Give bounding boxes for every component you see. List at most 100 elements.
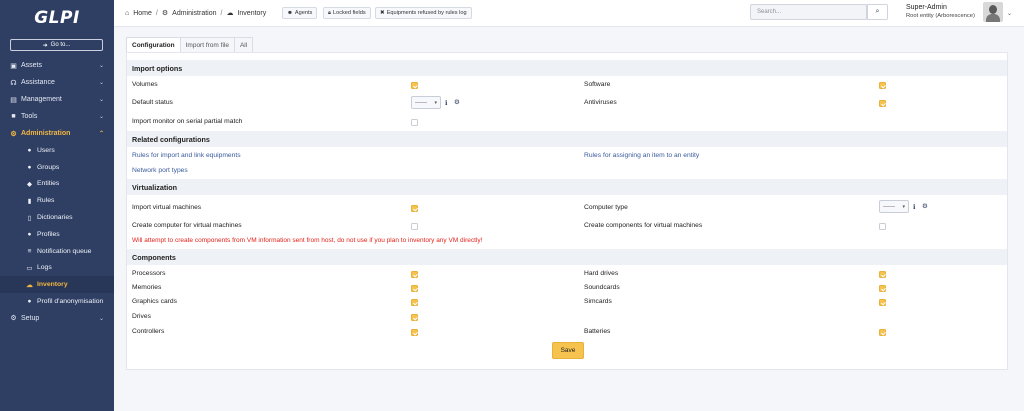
sidebar: GLPI ➜ Go to... ▣ Assets ⌄ ☊ Assistance …: [0, 0, 114, 411]
section-virtualization: Virtualization: [127, 179, 1007, 195]
search-icon: ⌕: [875, 8, 880, 15]
hard-drives-checkbox[interactable]: [879, 271, 886, 278]
antiviruses-label: Antiviruses: [584, 99, 617, 106]
sidebar-item-dictionaries[interactable]: ▯ Dictionaries: [0, 209, 114, 226]
locked-fields-button[interactable]: 🔒︎ Locked fields: [323, 7, 371, 19]
user-cog-icon: ⚙: [10, 130, 17, 138]
layers-icon: ◆: [27, 180, 32, 188]
glpi-logo[interactable]: GLPI: [0, 0, 114, 36]
goto-button[interactable]: ➜ Go to...: [10, 39, 103, 51]
sidebar-item-logs[interactable]: ▭ Logs: [0, 260, 114, 277]
home-icon: ⌂: [125, 9, 130, 17]
rules-import-link[interactable]: Rules for import and link equipments: [132, 152, 241, 159]
computer-type-select[interactable]: ------ ▾: [879, 200, 909, 213]
list-icon: ≡: [27, 247, 32, 255]
software-checkbox[interactable]: [879, 82, 886, 89]
rules-assign-link[interactable]: Rules for assigning an item to an entity: [584, 152, 699, 159]
x-icon: ✖: [380, 10, 385, 16]
graphics-cards-checkbox[interactable]: [411, 299, 418, 306]
save-button[interactable]: Save: [552, 342, 584, 359]
breadcrumb-inventory[interactable]: Inventory: [237, 10, 266, 17]
create-computer-label: Create computer for virtual machines: [132, 222, 242, 229]
caret-down-icon: ▾: [902, 203, 905, 210]
menu-management[interactable]: ▤ Management ⌄: [0, 91, 114, 108]
briefcase-icon: ■: [11, 113, 16, 120]
cloud-download-icon: ☁: [226, 10, 234, 17]
search-input[interactable]: Search...: [750, 4, 867, 20]
wallet-icon: ▤: [10, 96, 17, 104]
monitor-partial-label: Import monitor on serial partial match: [132, 118, 243, 125]
network-port-types-link[interactable]: Network port types: [132, 167, 188, 174]
info-icon[interactable]: ℹ: [913, 203, 915, 211]
breadcrumb-home[interactable]: Home: [133, 10, 152, 17]
tab-bar: Configuration Import from file All: [126, 37, 254, 52]
agents-button[interactable]: ☻ Agents: [282, 7, 318, 19]
arrow-right-icon: ➜: [42, 42, 48, 49]
caret-down-icon: ▾: [434, 99, 437, 106]
user-menu[interactable]: Super-Admin Root entity (Arborescence): [906, 4, 975, 20]
topbar: ⌂ Home / ⚙ Administration / ☁ Inventory …: [114, 0, 1024, 27]
sidebar-item-rules[interactable]: ▮ Rules: [0, 192, 114, 209]
user-check-icon: ●: [27, 230, 32, 238]
user-name: Super-Admin: [906, 4, 947, 11]
sidebar-item-profil-anonymisation[interactable]: ● Profil d'anonymisation: [0, 293, 114, 310]
boxes-icon: ▣: [10, 62, 17, 70]
user-cog-icon: ⚙: [161, 10, 169, 17]
create-components-checkbox[interactable]: [879, 223, 886, 230]
sidebar-item-inventory[interactable]: ☁ Inventory: [0, 276, 114, 294]
batteries-label: Batteries: [584, 328, 611, 335]
users-icon: ●: [27, 163, 32, 171]
soundcards-checkbox[interactable]: [879, 285, 886, 292]
headset-icon: ☊: [10, 79, 17, 87]
memories-checkbox[interactable]: [411, 285, 418, 292]
section-import-options: Import options: [127, 60, 1007, 76]
cloud-download-icon: ☁: [26, 281, 33, 289]
default-status-select[interactable]: ------ ▾: [411, 96, 441, 109]
menu-assistance[interactable]: ☊ Assistance ⌄: [0, 74, 114, 91]
menu-administration[interactable]: ⚙ Administration ⌃: [0, 125, 114, 142]
chevron-down-icon: ⌄: [98, 63, 104, 69]
breadcrumb: ⌂ Home / ⚙ Administration / ☁ Inventory: [125, 9, 267, 18]
simcards-checkbox[interactable]: [879, 299, 886, 306]
menu-setup[interactable]: ⚙ Setup ⌄: [0, 310, 114, 327]
antiviruses-checkbox[interactable]: [879, 100, 886, 107]
monitor-partial-checkbox[interactable]: [411, 119, 418, 126]
software-label: Software: [584, 81, 611, 88]
chevron-down-icon: ⌄: [98, 80, 104, 86]
gear-icon[interactable]: ⚙: [922, 202, 928, 210]
sidebar-item-profiles[interactable]: ● Profiles: [0, 226, 114, 243]
tab-import-from-file[interactable]: Import from file: [179, 37, 235, 52]
create-computer-checkbox[interactable]: [411, 223, 418, 230]
avatar[interactable]: [983, 2, 1003, 22]
tab-configuration[interactable]: Configuration: [126, 37, 181, 52]
soundcards-label: Soundcards: [584, 284, 620, 291]
refused-equipments-button[interactable]: ✖ Equipments refused by rules log: [375, 7, 472, 19]
import-vm-label: Import virtual machines: [132, 204, 202, 211]
breadcrumb-administration[interactable]: Administration: [172, 10, 216, 17]
menu-assets[interactable]: ▣ Assets ⌄: [0, 57, 114, 74]
controllers-checkbox[interactable]: [411, 329, 418, 336]
chevron-up-icon: ⌃: [98, 131, 104, 137]
user-icon: ●: [27, 146, 32, 154]
hard-drives-label: Hard drives: [584, 270, 619, 277]
menu-tools[interactable]: ■ Tools ⌄: [0, 108, 114, 125]
sidebar-item-notification-queue[interactable]: ≡ Notification queue: [0, 243, 114, 260]
volumes-checkbox[interactable]: [411, 82, 418, 89]
import-vm-checkbox[interactable]: [411, 205, 418, 212]
gear-icon[interactable]: ⚙: [454, 98, 460, 106]
sidebar-item-entities[interactable]: ◆ Entities: [0, 176, 114, 193]
drives-checkbox[interactable]: [411, 314, 418, 321]
processors-checkbox[interactable]: [411, 271, 418, 278]
search-button[interactable]: ⌕: [867, 4, 888, 20]
processors-label: Processors: [132, 270, 166, 277]
tab-all[interactable]: All: [233, 37, 254, 52]
sidebar-item-users[interactable]: ● Users: [0, 142, 114, 159]
computer-type-label: Computer type: [584, 204, 628, 211]
sidebar-item-groups[interactable]: ● Groups: [0, 159, 114, 176]
chevron-down-icon[interactable]: ⌄: [1007, 10, 1012, 17]
info-icon[interactable]: ℹ: [445, 99, 447, 107]
book-open-icon: ▯: [27, 214, 32, 222]
drives-label: Drives: [132, 313, 151, 320]
section-related-configurations: Related configurations: [127, 131, 1007, 147]
batteries-checkbox[interactable]: [879, 329, 886, 336]
